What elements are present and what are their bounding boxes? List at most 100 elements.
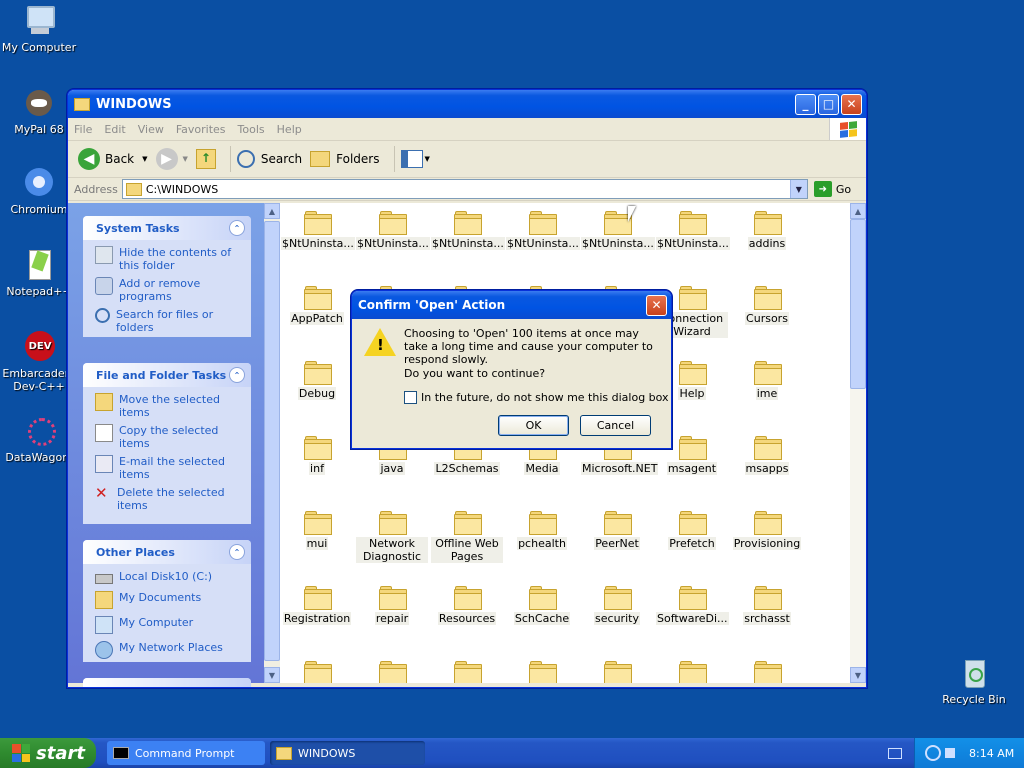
menu-favorites[interactable]: Favorites <box>176 123 226 136</box>
start-button[interactable]: start <box>0 738 96 768</box>
taskbar-item-windows[interactable]: WINDOWS <box>270 741 425 765</box>
panel-header[interactable]: File and Folder Tasks ⌃ <box>83 363 251 387</box>
folder-item[interactable] <box>281 661 353 683</box>
folder-item[interactable] <box>356 661 428 683</box>
folder-item[interactable]: $NtUninsta... <box>581 211 655 250</box>
close-button[interactable]: ✕ <box>841 93 862 115</box>
window-titlebar[interactable]: WINDOWS _ □ ✕ <box>68 90 866 118</box>
ok-button[interactable]: OK <box>498 415 569 436</box>
place-my-documents[interactable]: My Documents <box>95 591 243 609</box>
checkbox-box[interactable] <box>404 391 417 404</box>
desktop-icon-recycle-bin[interactable]: Recycle Bin <box>935 656 1013 706</box>
task-email-items[interactable]: E-mail the selected items <box>95 455 243 481</box>
search-button[interactable]: Search <box>236 150 302 168</box>
task-copy-items[interactable]: Copy the selected items <box>95 424 243 450</box>
menu-edit[interactable]: Edit <box>104 123 125 136</box>
folder-item[interactable]: Network Diagnostic <box>356 511 428 563</box>
views-button[interactable]: ▼ <box>400 150 430 168</box>
folder-item[interactable]: AppPatch <box>281 286 353 325</box>
place-network-places[interactable]: My Network Places <box>95 641 243 659</box>
task-add-remove-programs[interactable]: Add or remove programs <box>95 277 243 303</box>
menu-file[interactable]: File <box>74 123 92 136</box>
folder-item[interactable]: Debug <box>281 361 353 400</box>
folder-item[interactable] <box>581 661 653 683</box>
content-scrollbar[interactable]: ▲ ▼ <box>850 203 866 683</box>
menu-view[interactable]: View <box>138 123 164 136</box>
keyboard-icon[interactable] <box>888 748 902 759</box>
back-button[interactable]: ◀ Back ▼ <box>78 148 148 170</box>
collapse-icon[interactable]: ⌃ <box>229 367 245 383</box>
go-button[interactable]: ➜ Go <box>813 181 851 197</box>
folder-item[interactable] <box>431 661 503 683</box>
folder-item[interactable]: mui <box>281 511 353 550</box>
folder-item[interactable]: pchealth <box>506 511 578 550</box>
dialog-titlebar[interactable]: Confirm 'Open' Action ✕ <box>352 291 671 319</box>
folder-item[interactable] <box>506 661 578 683</box>
collapse-icon[interactable]: ⌃ <box>229 220 245 236</box>
panel-header[interactable]: Other Places ⌃ <box>83 540 251 564</box>
task-pane-scrollbar[interactable]: ▲ ▼ <box>264 203 280 683</box>
folder-item[interactable]: $NtUninsta... <box>656 211 730 250</box>
folder-item[interactable] <box>731 661 803 683</box>
dialog-close-button[interactable]: ✕ <box>646 294 667 316</box>
folder-item[interactable]: $NtUninsta... <box>356 211 430 250</box>
network-icon[interactable] <box>925 745 941 761</box>
dialog-message: Choosing to 'Open' 100 items at once may… <box>404 327 653 366</box>
menu-tools[interactable]: Tools <box>238 123 265 136</box>
folders-button[interactable]: Folders <box>310 151 380 167</box>
task-move-items[interactable]: Move the selected items <box>95 393 243 419</box>
folder-item[interactable]: inf <box>281 436 353 475</box>
place-label: My Network Places <box>119 641 223 654</box>
task-search-files[interactable]: Search for files or folders <box>95 308 243 334</box>
chevron-down-icon[interactable]: ▼ <box>183 155 188 163</box>
taskbar-item-command-prompt[interactable]: Command Prompt <box>107 741 265 765</box>
folder-item[interactable]: Cursors <box>731 286 803 325</box>
minimize-button[interactable]: _ <box>795 93 816 115</box>
task-hide-contents[interactable]: Hide the contents of this folder <box>95 246 243 272</box>
menu-help[interactable]: Help <box>277 123 302 136</box>
scroll-up-button[interactable]: ▲ <box>264 203 280 219</box>
desktop-icon-label: Recycle Bin <box>942 693 1006 706</box>
folder-item[interactable]: $NtUninsta... <box>281 211 355 250</box>
maximize-button[interactable]: □ <box>818 93 839 115</box>
folder-item[interactable]: PeerNet <box>581 511 653 550</box>
folder-item[interactable]: security <box>581 586 653 625</box>
folder-icon <box>529 511 557 535</box>
folder-item[interactable]: Provisioning <box>731 511 803 550</box>
folder-item[interactable]: Registration <box>281 586 353 625</box>
task-delete-items[interactable]: ✕ Delete the selected items <box>95 486 243 513</box>
folder-icon <box>754 286 782 310</box>
folder-item[interactable]: $NtUninsta... <box>431 211 505 250</box>
folder-item[interactable]: msapps <box>731 436 803 475</box>
place-my-computer[interactable]: My Computer <box>95 616 243 634</box>
folder-item[interactable] <box>656 661 728 683</box>
dont-show-checkbox[interactable]: In the future, do not show me this dialo… <box>404 391 669 404</box>
place-local-disk[interactable]: Local Disk10 (C:) <box>95 570 243 584</box>
folder-item[interactable]: SchCache <box>506 586 578 625</box>
cancel-button[interactable]: Cancel <box>580 415 651 436</box>
folder-item[interactable]: addins <box>731 211 803 250</box>
scroll-up-button[interactable]: ▲ <box>850 203 866 219</box>
scroll-down-button[interactable]: ▼ <box>850 667 866 683</box>
address-input[interactable]: C:\WINDOWS ▼ <box>121 179 808 199</box>
folder-item[interactable]: Prefetch <box>656 511 728 550</box>
volume-icon[interactable] <box>945 748 955 758</box>
folder-item[interactable]: Offline Web Pages <box>431 511 503 563</box>
folder-item[interactable]: repair <box>356 586 428 625</box>
clock[interactable]: 8:14 AM <box>969 747 1014 760</box>
forward-button[interactable]: ▶ ▼ <box>155 148 188 170</box>
folder-item[interactable]: srchasst <box>731 586 803 625</box>
folder-item[interactable]: ime <box>731 361 803 400</box>
scroll-thumb[interactable] <box>850 219 866 389</box>
collapse-icon[interactable]: ⌃ <box>229 544 245 560</box>
folder-item[interactable]: SoftwareDi... <box>656 586 729 625</box>
folder-item[interactable]: $NtUninsta... <box>506 211 580 250</box>
chevron-down-icon[interactable]: ▼ <box>142 155 147 163</box>
desktop-icon-my-computer[interactable]: My Computer <box>0 4 78 54</box>
panel-header[interactable]: System Tasks ⌃ <box>83 216 251 240</box>
scroll-thumb[interactable] <box>264 221 280 661</box>
up-folder-button[interactable]: ↑ <box>195 149 216 169</box>
folder-item[interactable]: Resources <box>431 586 503 625</box>
address-dropdown-button[interactable]: ▼ <box>789 180 807 198</box>
scroll-down-button[interactable]: ▼ <box>264 667 280 683</box>
